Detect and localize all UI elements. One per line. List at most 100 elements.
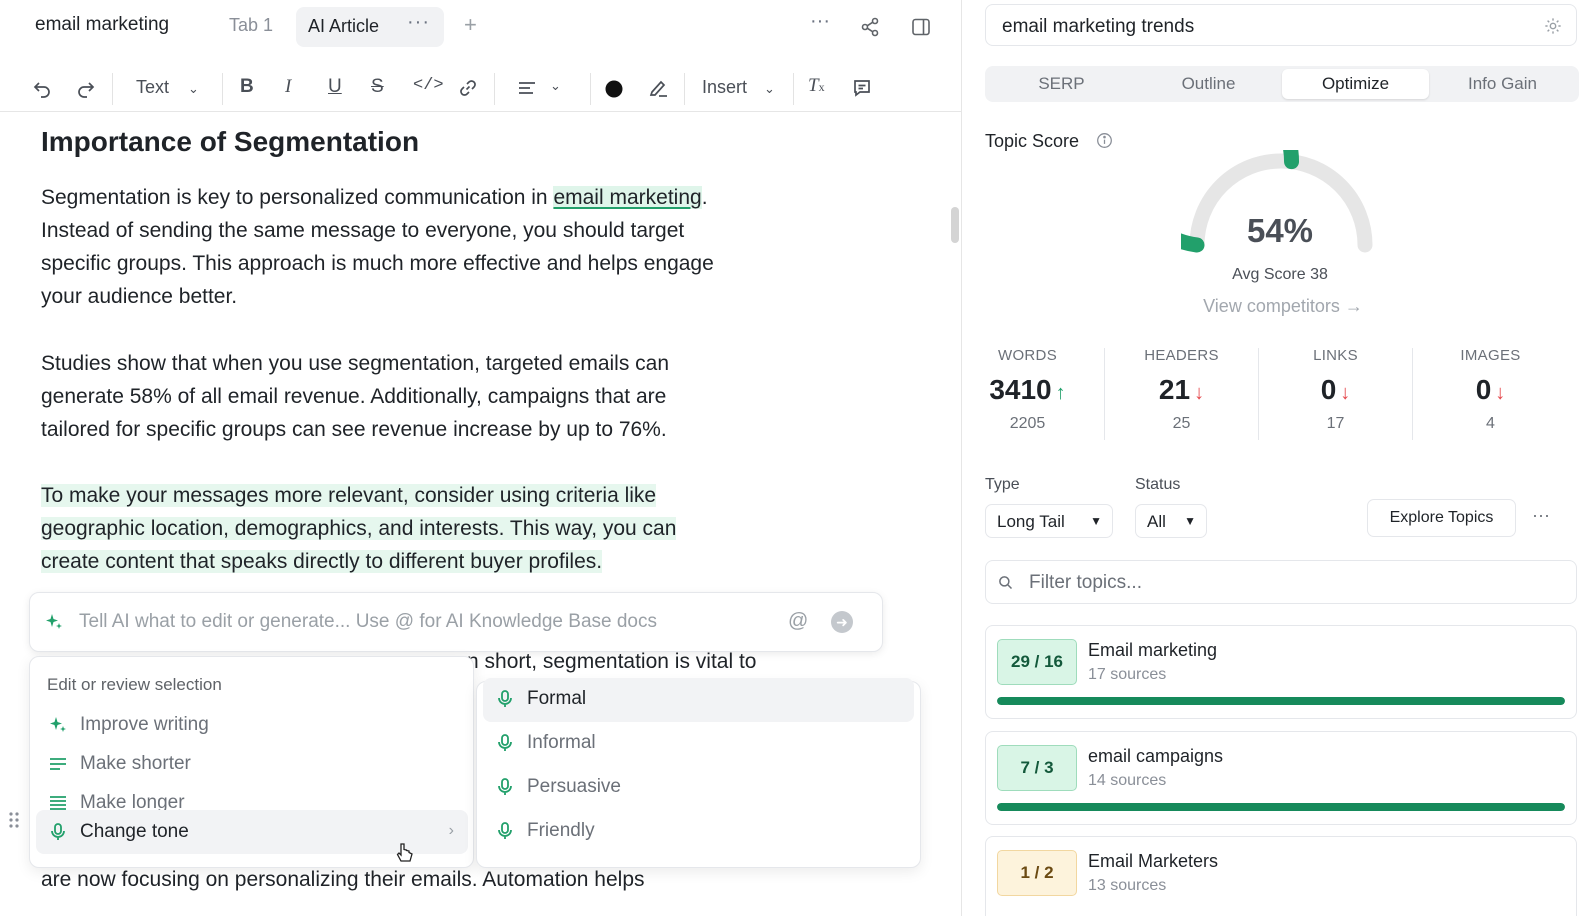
sparkle-icon <box>44 612 64 637</box>
short-lines-icon <box>48 754 68 779</box>
stat-headers: HEADERS 21 ↓ 25 <box>1104 347 1259 443</box>
tone-label: Friendly <box>527 820 595 841</box>
strikethrough-icon[interactable]: S <box>371 76 384 100</box>
topic-card[interactable]: 7 / 3 email campaigns 14 sources <box>985 731 1577 825</box>
toggle-panel-icon[interactable] <box>911 17 931 42</box>
status-filter-label: Status <box>1135 476 1181 493</box>
clear-format-icon[interactable]: Tx <box>808 75 825 99</box>
formatting-toolbar: Text ⌄ B I U S </> ⌄ Insert ⌄ Tx <box>0 66 962 112</box>
tab-info-gain[interactable]: Info Gain <box>1429 69 1576 99</box>
add-tab-icon[interactable]: + <box>464 12 477 38</box>
stat-value: 3410 ↑ <box>950 374 1105 406</box>
document-title[interactable]: email marketing <box>35 14 169 36</box>
tone-item-formal[interactable]: Formal <box>483 678 914 722</box>
search-query[interactable]: email marketing trends <box>1002 16 1194 38</box>
topic-name: Email Marketers <box>1088 851 1219 871</box>
tab-tab-1[interactable]: Tab 1 <box>229 15 273 36</box>
tone-item-informal[interactable]: Informal <box>483 722 914 766</box>
italic-icon[interactable]: I <box>285 76 291 100</box>
tone-item-persuasive[interactable]: Persuasive <box>483 766 914 810</box>
ai-prompt-box[interactable]: Tell AI what to edit or generate... Use … <box>29 592 883 652</box>
paragraph-text: Segmentation is key to personalized comm… <box>41 186 554 209</box>
topic-card[interactable]: 1 / 2 Email Marketers 13 sources <box>985 836 1577 916</box>
tab-outline[interactable]: Outline <box>1135 69 1282 99</box>
tab-optimize[interactable]: Optimize <box>1282 69 1429 99</box>
redo-icon[interactable] <box>76 78 96 102</box>
paragraph-1: Segmentation is key to personalized comm… <box>41 181 831 313</box>
menu-item-label: Improve writing <box>80 714 209 735</box>
tab-label: AI Article <box>308 16 380 36</box>
arrow-down-icon: ↓ <box>1194 382 1205 404</box>
send-icon[interactable]: ➜ <box>831 611 853 633</box>
tone-item-friendly[interactable]: Friendly <box>483 810 914 854</box>
underline-icon[interactable]: U <box>328 76 342 100</box>
progress-fill <box>997 697 1565 705</box>
insert-dropdown[interactable]: Insert ⌄ <box>702 77 775 101</box>
align-dropdown[interactable]: ⌄ <box>517 78 561 102</box>
view-competitors-link[interactable]: View competitors → <box>1163 296 1403 317</box>
type-value: Long Tail <box>997 512 1065 531</box>
explore-topics-button[interactable]: Explore Topics <box>1367 499 1516 537</box>
filter-topics-input[interactable]: Filter topics... <box>985 560 1577 604</box>
highlight-icon[interactable] <box>647 78 669 102</box>
topic-name: Email marketing <box>1088 640 1218 660</box>
gear-icon[interactable] <box>1544 17 1562 40</box>
stat-label: WORDS <box>998 347 1057 364</box>
toolbar-divider <box>112 73 113 105</box>
tab-serp[interactable]: SERP <box>988 69 1135 99</box>
selected-text: create content that speaks directly to d… <box>41 550 603 573</box>
code-icon[interactable]: </> <box>413 76 444 100</box>
topic-name: email campaigns <box>1088 746 1224 766</box>
stat-number: 21 <box>1158 374 1191 405</box>
paragraph-text: . <box>701 186 708 209</box>
topic-card[interactable]: 29 / 16 Email marketing 17 sources <box>985 625 1577 719</box>
bold-icon[interactable]: B <box>240 76 254 100</box>
tab-more-icon[interactable]: ··· <box>407 11 430 34</box>
share-icon[interactable] <box>860 17 880 42</box>
tab-ai-article[interactable]: AI Article ··· <box>296 7 444 47</box>
topic-count-badge: 29 / 16 <box>997 639 1077 685</box>
drag-handle-icon[interactable] <box>8 810 20 835</box>
chevron-down-icon: ▼ <box>1184 514 1196 528</box>
tone-label: Formal <box>527 688 587 709</box>
editor-scrollbar[interactable] <box>951 207 959 243</box>
app-window: email marketing Tab 1 AI Article ··· + ·… <box>0 0 1593 916</box>
microphone-icon <box>495 777 515 802</box>
keyword-highlight[interactable]: email marketing <box>553 186 702 209</box>
chevron-down-icon: ⌄ <box>764 81 775 96</box>
toolbar-divider <box>684 73 685 105</box>
optimization-panel: email marketing trends SERP Outline Opti… <box>963 0 1593 916</box>
comment-icon[interactable] <box>852 78 872 102</box>
undo-icon[interactable] <box>32 78 52 102</box>
ai-prompt-input[interactable]: Tell AI what to edit or generate... Use … <box>79 611 657 633</box>
chevron-down-icon: ⌄ <box>188 81 199 96</box>
paragraph-text: Instead of sending the same message to e… <box>41 219 685 242</box>
panel-tabs: SERP Outline Optimize Info Gain <box>985 66 1579 102</box>
info-icon[interactable] <box>1096 132 1113 154</box>
stat-images: IMAGES 0 ↓ 4 <box>1413 347 1568 443</box>
stat-number: 0 <box>1320 374 1337 405</box>
toolbar-divider <box>590 73 591 105</box>
chevron-right-icon: › <box>448 822 454 839</box>
status-value: All <box>1147 512 1166 531</box>
mention-icon[interactable]: @ <box>788 610 808 633</box>
text-style-dropdown[interactable]: Text ⌄ <box>136 77 199 101</box>
menu-item-improve-writing[interactable]: Improve writing <box>36 703 468 747</box>
text-color-icon[interactable] <box>604 79 624 103</box>
microphone-icon <box>48 822 68 847</box>
menu-item-make-shorter[interactable]: Make shorter <box>36 742 468 786</box>
link-icon[interactable] <box>458 78 478 102</box>
filter-placeholder: Filter topics... <box>1029 572 1142 593</box>
type-dropdown[interactable]: Long Tail ▼ <box>985 504 1113 538</box>
paragraph-text: generate 58% of all email revenue. Addit… <box>41 385 667 408</box>
document-body[interactable]: Importance of Segmentation Segmentation … <box>41 126 831 891</box>
microphone-icon <box>495 821 515 846</box>
insert-label: Insert <box>702 77 748 97</box>
microphone-icon <box>495 733 515 758</box>
status-dropdown[interactable]: All ▼ <box>1135 504 1207 538</box>
text-style-label: Text <box>136 77 170 97</box>
more-options-icon[interactable]: ··· <box>1532 505 1550 526</box>
topic-count-badge: 7 / 3 <box>997 745 1077 791</box>
keyword-search-box[interactable]: email marketing trends <box>985 4 1577 46</box>
more-options-icon[interactable]: ··· <box>810 10 830 33</box>
